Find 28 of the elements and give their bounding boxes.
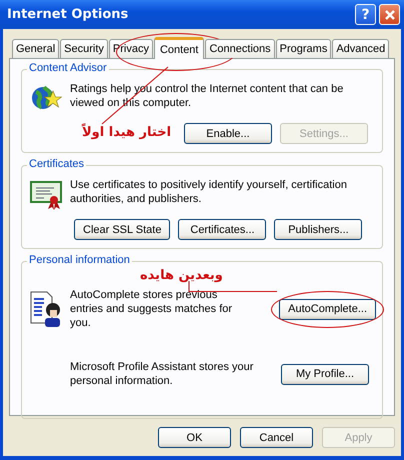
group-title: Content Advisor: [27, 62, 109, 74]
group-title: Personal information: [27, 254, 132, 266]
action-button[interactable]: Certificates...: [178, 219, 266, 240]
group-title: Certificates: [27, 158, 86, 170]
help-button[interactable]: ?: [355, 4, 376, 25]
person-document-icon: [30, 291, 62, 327]
action-button[interactable]: Enable...: [184, 123, 272, 144]
description-text: Microsoft Profile Assistant stores your personal information.: [70, 360, 254, 388]
tab[interactable]: Connections: [205, 39, 275, 58]
action-button[interactable]: AutoComplete...: [279, 298, 376, 320]
dialog-button[interactable]: Cancel: [240, 427, 313, 448]
tab[interactable]: General: [12, 39, 60, 58]
tab[interactable]: Programs: [276, 39, 332, 58]
window-title: Internet Options: [7, 7, 128, 22]
close-button[interactable]: [379, 4, 400, 25]
tab[interactable]: Content: [154, 37, 204, 59]
action-button[interactable]: Publishers...: [274, 219, 362, 240]
annotation-text: اختار هيدا اولاً: [82, 125, 172, 140]
tab[interactable]: Advanced: [332, 39, 390, 58]
close-icon: [384, 8, 396, 20]
annotation-text: وبعدين هايده: [140, 268, 223, 284]
tab[interactable]: Security: [60, 39, 108, 58]
certificate-icon: [30, 178, 62, 210]
dialog-button[interactable]: OK: [158, 427, 231, 448]
action-button[interactable]: My Profile...: [281, 364, 369, 384]
action-button[interactable]: Clear SSL State: [74, 219, 170, 240]
description-text: Use certificates to positively identify yourself, certification authorities, and publishers.: [70, 178, 348, 206]
description-text: AutoComplete stores previous entries and suggests matches for you.: [70, 288, 234, 330]
